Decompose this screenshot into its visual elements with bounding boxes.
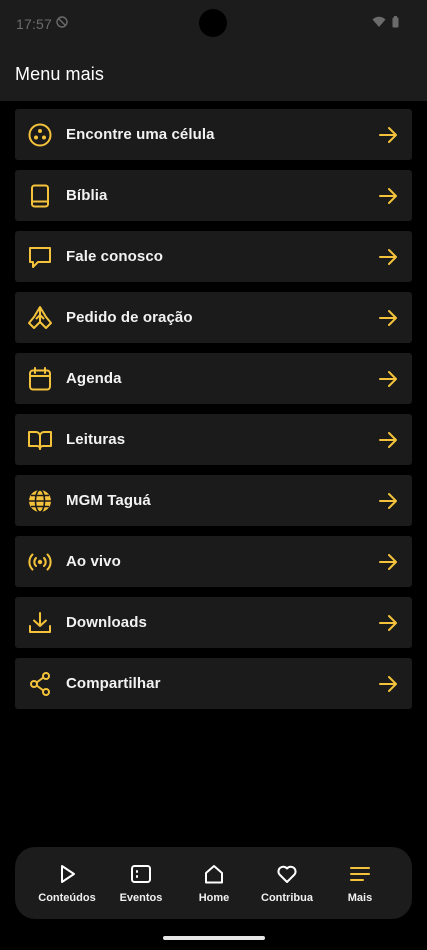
do-not-disturb-icon — [56, 16, 68, 28]
menu-item-label: MGM Taguá — [66, 492, 151, 509]
nav-item-mais[interactable]: Mais — [323, 847, 397, 919]
menu-item-label: Encontre uma célula — [66, 126, 215, 143]
open-book-icon — [27, 427, 53, 453]
menu-item-compartilhar[interactable]: Compartilhar — [15, 658, 412, 709]
menu-list: Encontre uma célula Bíblia Fale conosco … — [15, 109, 412, 709]
menu-item-label: Pedido de oração — [66, 309, 193, 326]
menu-item-label: Ao vivo — [66, 553, 121, 570]
bible-icon — [27, 183, 53, 209]
praying-hands-icon — [27, 305, 53, 331]
share-icon — [27, 671, 53, 697]
status-time: 17:57 — [16, 16, 53, 32]
wifi-icon — [372, 16, 386, 27]
camera-cutout — [199, 9, 227, 37]
nav-label: Contribua — [261, 892, 313, 904]
nav-label: Eventos — [119, 892, 163, 904]
page-title: Menu mais — [15, 64, 104, 84]
arrow-right-icon — [377, 612, 399, 634]
menu-item-downloads[interactable]: Downloads — [15, 597, 412, 648]
arrow-right-icon — [377, 124, 399, 146]
calendar-icon — [27, 366, 53, 392]
nav-label: Conteúdos — [38, 892, 96, 904]
arrow-right-icon — [377, 368, 399, 390]
nav-item-contribua[interactable]: Contribua — [250, 847, 324, 919]
nav-item-eventos[interactable]: Eventos — [104, 847, 178, 919]
menu-item-biblia[interactable]: Bíblia — [15, 170, 412, 221]
menu-item-label: Agenda — [66, 370, 122, 387]
chat-icon — [27, 244, 53, 270]
menu-item-label: Fale conosco — [66, 248, 164, 265]
arrow-right-icon — [377, 429, 399, 451]
menu-item-label: Compartilhar — [66, 675, 161, 692]
play-icon — [56, 863, 78, 885]
arrow-right-icon — [377, 185, 399, 207]
arrow-right-icon — [377, 551, 399, 573]
home-icon — [203, 863, 225, 885]
heart-icon — [276, 863, 298, 885]
app-header: 17:57 Menu mais — [0, 0, 427, 101]
arrow-right-icon — [377, 246, 399, 268]
events-icon — [130, 863, 152, 885]
menu-icon — [349, 863, 371, 885]
nav-item-conteudos[interactable]: Conteúdos — [30, 847, 104, 919]
bottom-navigation: Conteúdos Eventos Home Contribua Mais — [15, 847, 412, 919]
menu-item-pedido-oracao[interactable]: Pedido de oração — [15, 292, 412, 343]
menu-item-encontre-celula[interactable]: Encontre uma célula — [15, 109, 412, 160]
menu-item-label: Downloads — [66, 614, 147, 631]
download-icon — [27, 610, 53, 636]
status-indicators — [372, 16, 399, 28]
menu-item-label: Bíblia — [66, 187, 108, 204]
nav-label: Home — [198, 892, 230, 904]
arrow-right-icon — [377, 490, 399, 512]
menu-item-label: Leituras — [66, 431, 126, 448]
nav-item-home[interactable]: Home — [177, 847, 251, 919]
battery-icon — [392, 16, 399, 28]
menu-item-mgm-tagua[interactable]: MGM Taguá — [15, 475, 412, 526]
arrow-right-icon — [377, 673, 399, 695]
menu-item-agenda[interactable]: Agenda — [15, 353, 412, 404]
screen: 17:57 Menu mais Encontre uma célula Bíbl… — [0, 0, 427, 950]
menu-item-fale-conosco[interactable]: Fale conosco — [15, 231, 412, 282]
globe-icon — [27, 488, 53, 514]
menu-item-ao-vivo[interactable]: Ao vivo — [15, 536, 412, 587]
cell-group-icon — [27, 122, 53, 148]
broadcast-icon — [27, 549, 53, 575]
arrow-right-icon — [377, 307, 399, 329]
status-bar: 17:57 — [0, 0, 427, 46]
nav-label: Mais — [347, 892, 373, 904]
home-indicator[interactable] — [163, 936, 265, 940]
menu-item-leituras[interactable]: Leituras — [15, 414, 412, 465]
